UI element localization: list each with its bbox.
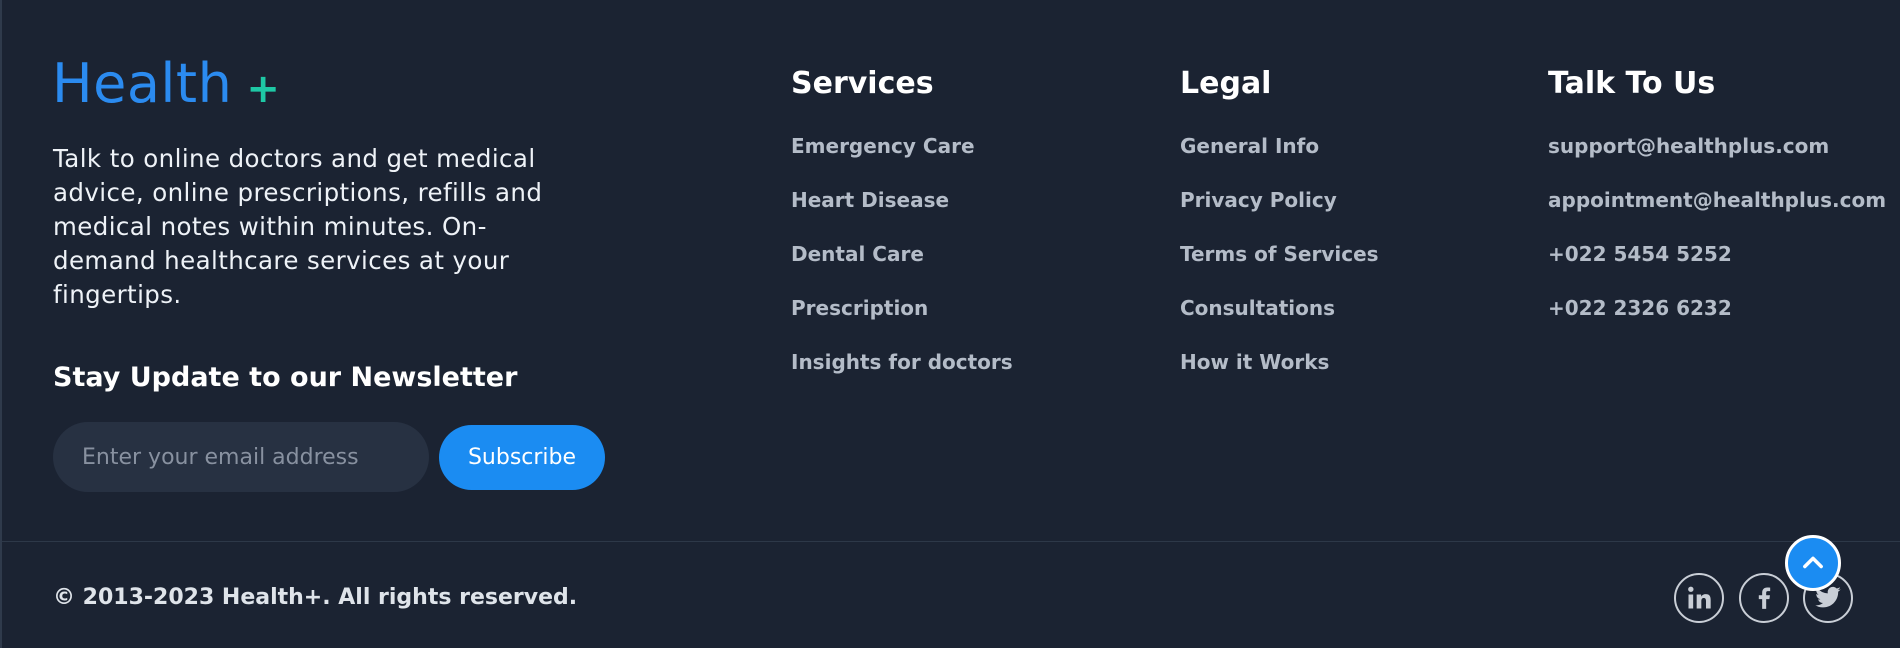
newsletter-email-input[interactable] xyxy=(53,422,429,492)
legal-link[interactable]: Terms of Services xyxy=(1180,242,1379,266)
linkedin-glyph xyxy=(1688,586,1711,609)
talk-item[interactable]: +022 2326 6232 xyxy=(1548,296,1886,350)
talk-item[interactable]: +022 5454 5252 xyxy=(1548,242,1886,296)
talk-item[interactable]: appointment@healthplus.com xyxy=(1548,188,1886,242)
brand-plus: + xyxy=(246,66,280,112)
services-heading: Services xyxy=(791,66,934,101)
legal-item[interactable]: Terms of Services xyxy=(1180,242,1379,296)
legal-item[interactable]: Consultations xyxy=(1180,296,1379,350)
services-link[interactable]: Prescription xyxy=(791,296,928,320)
legal-link[interactable]: General Info xyxy=(1180,134,1319,158)
legal-item[interactable]: General Info xyxy=(1180,134,1379,188)
talk-column: Talk To Us support@healthplus.com appoin… xyxy=(1548,66,1886,350)
legal-item[interactable]: How it Works xyxy=(1180,350,1379,404)
copyright-text: © 2013-2023 Health+. All rights reserved… xyxy=(53,585,578,610)
brand-logo[interactable]: Health + xyxy=(52,52,280,115)
legal-link[interactable]: Consultations xyxy=(1180,296,1335,320)
footer-divider xyxy=(2,541,1900,542)
services-link[interactable]: Dental Care xyxy=(791,242,924,266)
phone-link[interactable]: +022 2326 6232 xyxy=(1548,296,1732,320)
services-item[interactable]: Prescription xyxy=(791,296,1013,350)
phone-link[interactable]: +022 5454 5252 xyxy=(1548,242,1732,266)
legal-item[interactable]: Privacy Policy xyxy=(1180,188,1379,242)
subscribe-button[interactable]: Subscribe xyxy=(439,425,605,490)
brand-name: Health xyxy=(52,52,233,115)
legal-heading: Legal xyxy=(1180,66,1272,101)
chevron-up-icon xyxy=(1803,556,1823,569)
talk-item[interactable]: support@healthplus.com xyxy=(1548,134,1886,188)
linkedin-icon[interactable] xyxy=(1674,573,1724,623)
services-link[interactable]: Insights for doctors xyxy=(791,350,1013,374)
legal-column: Legal General Info Privacy Policy Terms … xyxy=(1180,66,1379,404)
services-item[interactable]: Heart Disease xyxy=(791,188,1013,242)
services-item[interactable]: Dental Care xyxy=(791,242,1013,296)
facebook-icon[interactable] xyxy=(1739,573,1789,623)
services-link[interactable]: Heart Disease xyxy=(791,188,949,212)
newsletter-title: Stay Update to our Newsletter xyxy=(53,362,518,393)
services-item[interactable]: Emergency Care xyxy=(791,134,1013,188)
support-email-link[interactable]: support@healthplus.com xyxy=(1548,134,1829,158)
services-item[interactable]: Insights for doctors xyxy=(791,350,1013,404)
talk-heading: Talk To Us xyxy=(1548,66,1716,101)
legal-link[interactable]: Privacy Policy xyxy=(1180,188,1337,212)
facebook-glyph xyxy=(1758,587,1771,609)
services-link[interactable]: Emergency Care xyxy=(791,134,975,158)
about-text: Talk to online doctors and get medical a… xyxy=(53,144,543,309)
scroll-to-top-button[interactable] xyxy=(1785,535,1841,591)
services-column: Services Emergency Care Heart Disease De… xyxy=(791,66,1013,404)
appointment-email-link[interactable]: appointment@healthplus.com xyxy=(1548,188,1886,212)
legal-link[interactable]: How it Works xyxy=(1180,350,1329,374)
